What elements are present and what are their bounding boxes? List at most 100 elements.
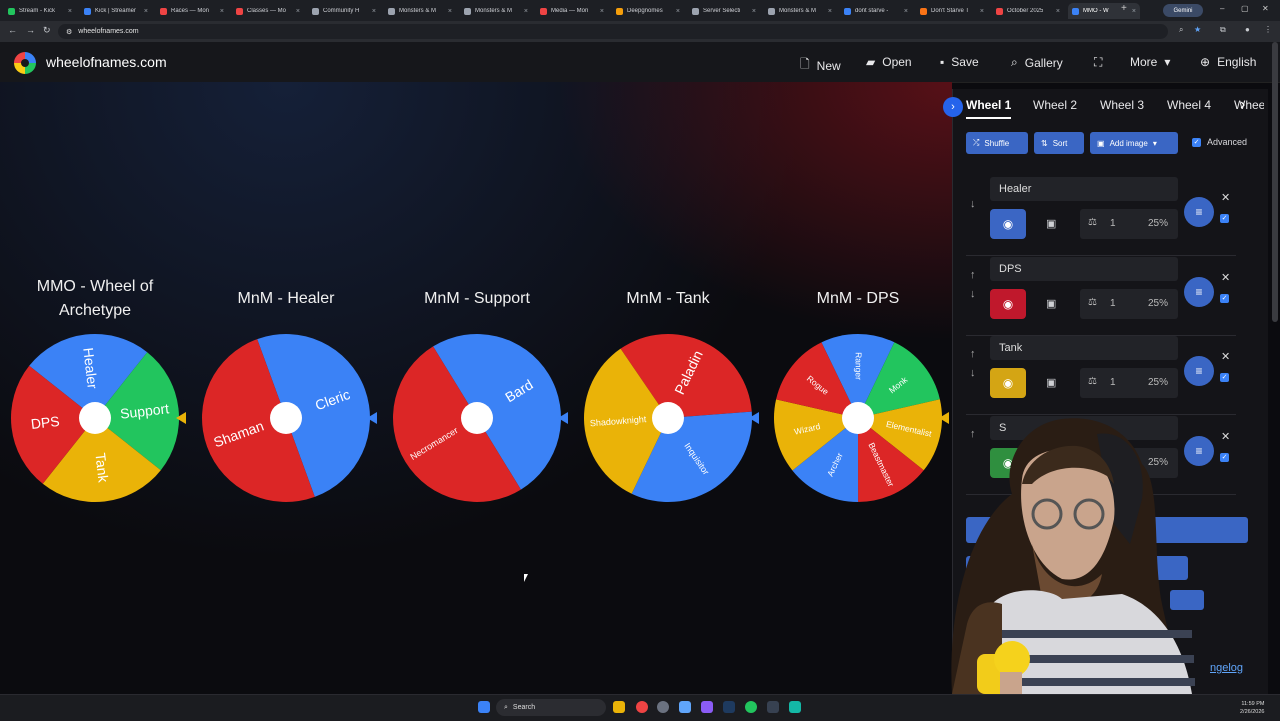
- url-field[interactable]: ⚙ wheelofnames.com: [58, 24, 1168, 39]
- close-icon[interactable]: ✕: [1221, 271, 1230, 284]
- discord-icon[interactable]: [701, 701, 713, 713]
- more-button[interactable]: More ▾: [1130, 55, 1170, 69]
- tab-wheel-4[interactable]: Wheel 4: [1167, 98, 1211, 112]
- move-up-icon[interactable]: ↑: [970, 269, 976, 281]
- tab-close-icon[interactable]: ×: [144, 8, 148, 15]
- browser-tab[interactable]: Monsters & M ×: [460, 3, 532, 19]
- move-down-icon[interactable]: ↓: [970, 198, 976, 210]
- palette-icon[interactable]: ◉: [990, 368, 1026, 398]
- minimize-icon[interactable]: –: [1220, 4, 1224, 13]
- save-button[interactable]: ▪ Save: [940, 55, 979, 69]
- app-icon-1[interactable]: [657, 701, 669, 713]
- tab-close-icon[interactable]: ×: [448, 8, 452, 15]
- extensions-icon[interactable]: ⧉: [1220, 25, 1226, 35]
- browser-tab[interactable]: Stream - Kick ×: [4, 3, 76, 19]
- browser-tab[interactable]: Kick | Streamer ×: [80, 3, 152, 19]
- browser-tab[interactable]: Don't Starve T ×: [916, 3, 988, 19]
- close-window-icon[interactable]: ✕: [1262, 4, 1269, 13]
- browser-menu-icon[interactable]: ⋮: [1264, 25, 1272, 34]
- image-icon[interactable]: ▣: [1046, 217, 1056, 230]
- profile-avatar-icon[interactable]: ●: [1245, 25, 1250, 34]
- zoom-icon[interactable]: ⌕: [1179, 25, 1183, 35]
- back-icon[interactable]: ←: [8, 25, 17, 35]
- app-icon-2[interactable]: [679, 701, 691, 713]
- entry-enabled-checkbox[interactable]: ✓: [1220, 373, 1229, 382]
- tab-close-icon[interactable]: ×: [828, 8, 832, 15]
- start-icon[interactable]: [478, 701, 490, 713]
- palette-icon[interactable]: ◉: [990, 209, 1026, 239]
- entry-name-field[interactable]: DPS: [990, 257, 1178, 281]
- browser-tab[interactable]: October 2025 ×: [992, 3, 1064, 19]
- steam-icon[interactable]: [723, 701, 735, 713]
- browser-tab[interactable]: Monsters & M ×: [384, 3, 456, 19]
- wheel-hub[interactable]: [270, 402, 302, 434]
- browser-tab[interactable]: Server Selecti ×: [688, 3, 760, 19]
- fullscreen-button[interactable]: ⛶: [1094, 55, 1102, 70]
- tab-close-icon[interactable]: ×: [676, 8, 680, 15]
- tab-wheel-3[interactable]: Wheel 3: [1100, 98, 1144, 112]
- site-name[interactable]: wheelofnames.com: [46, 54, 167, 70]
- open-button[interactable]: ▰ Open: [866, 55, 912, 69]
- entry-weight-field[interactable]: ⚖ 1 25%: [1080, 368, 1178, 398]
- tab-close-icon[interactable]: ×: [1132, 8, 1136, 15]
- browser-tab[interactable]: MMO - W ×: [1068, 3, 1140, 19]
- close-icon[interactable]: ✕: [1221, 350, 1230, 363]
- taskbar-search[interactable]: ⌕ Search: [496, 699, 606, 716]
- browser-tab[interactable]: Deepgnomes ×: [612, 3, 684, 19]
- tab-close-icon[interactable]: ×: [904, 8, 908, 15]
- wheel-tabs-next-icon[interactable]: ›: [1240, 96, 1245, 114]
- tab-close-icon[interactable]: ×: [372, 8, 376, 15]
- tab-close-icon[interactable]: ×: [524, 8, 528, 15]
- entry-name-field[interactable]: Healer: [990, 177, 1178, 201]
- file-explorer-icon[interactable]: [613, 701, 625, 713]
- wheel-hub[interactable]: [79, 402, 111, 434]
- entry-enabled-checkbox[interactable]: ✓: [1220, 214, 1229, 223]
- app-icon-4[interactable]: [789, 701, 801, 713]
- browser-tab[interactable]: dont starve - ×: [840, 3, 912, 19]
- entry-options-icon[interactable]: ≡: [1184, 197, 1214, 227]
- wheel-hub[interactable]: [842, 402, 874, 434]
- tab-close-icon[interactable]: ×: [1056, 8, 1060, 15]
- tab-close-icon[interactable]: ×: [980, 8, 984, 15]
- reload-icon[interactable]: ↻: [43, 25, 51, 36]
- palette-icon[interactable]: ◉: [990, 289, 1026, 319]
- browser-tab[interactable]: Classes — Mo ×: [232, 3, 304, 19]
- site-logo-icon[interactable]: [14, 52, 36, 74]
- gallery-button[interactable]: ⌕ Gallery: [1011, 55, 1063, 70]
- tab-wheel-2[interactable]: Wheel 2: [1033, 98, 1077, 112]
- entry-name-field[interactable]: Tank: [990, 336, 1178, 360]
- tab-close-icon[interactable]: ×: [296, 8, 300, 15]
- tab-close-icon[interactable]: ×: [68, 8, 72, 15]
- bookmark-star-icon[interactable]: ★: [1194, 25, 1201, 34]
- image-icon[interactable]: ▣: [1046, 297, 1056, 310]
- sort-button[interactable]: ⇅ Sort: [1034, 132, 1084, 154]
- tab-wheel-1[interactable]: Wheel 1: [966, 98, 1012, 119]
- wheel-hub[interactable]: [652, 402, 684, 434]
- browser-tab[interactable]: Races — Mon ×: [156, 3, 228, 19]
- browser-tab[interactable]: Media — Mon ×: [536, 3, 608, 19]
- browser-tab[interactable]: Monsters & M ×: [764, 3, 836, 19]
- spin-wheel[interactable]: PaladinInquisitorShadowknight: [583, 333, 753, 503]
- gemini-button[interactable]: Gemini: [1163, 4, 1203, 17]
- close-icon[interactable]: ✕: [1221, 191, 1230, 204]
- browser-tab[interactable]: Community H ×: [308, 3, 380, 19]
- page-scrollbar[interactable]: [1272, 42, 1278, 322]
- forward-icon[interactable]: →: [26, 25, 35, 35]
- system-clock[interactable]: 11:59 PM 2/26/2026: [1240, 700, 1264, 716]
- tab-close-icon[interactable]: ×: [220, 8, 224, 15]
- entry-weight-field[interactable]: ⚖ 1 25%: [1080, 289, 1178, 319]
- move-up-icon[interactable]: ↑: [970, 348, 976, 360]
- move-down-icon[interactable]: ↓: [970, 367, 976, 379]
- wheel-tabs-collapse-icon[interactable]: ›: [943, 97, 963, 117]
- tab-close-icon[interactable]: ×: [752, 8, 756, 15]
- tab-wheel-5[interactable]: Whee: [1234, 98, 1264, 112]
- chrome-icon[interactable]: [636, 701, 648, 713]
- entry-options-icon[interactable]: ≡: [1184, 356, 1214, 386]
- new-button[interactable]: 🗋 New: [800, 55, 841, 76]
- add-image-button[interactable]: ▣ Add image ▾: [1090, 132, 1178, 154]
- advanced-checkbox[interactable]: ✓: [1192, 138, 1201, 147]
- tab-close-icon[interactable]: ×: [600, 8, 604, 15]
- app-icon-3[interactable]: [767, 701, 779, 713]
- spin-wheel[interactable]: BardNecromancer: [392, 333, 562, 503]
- wheel-hub[interactable]: [461, 402, 493, 434]
